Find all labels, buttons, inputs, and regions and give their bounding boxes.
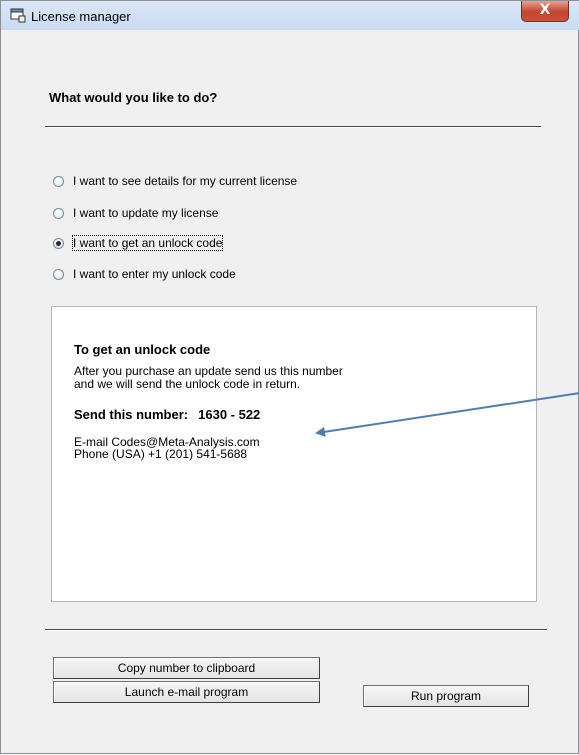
info-body-line: and we will send the unlock code in retu… xyxy=(74,377,301,391)
divider-top xyxy=(45,126,541,128)
option-enter-unlock-code[interactable]: I want to enter my unlock code xyxy=(53,266,236,282)
close-icon: X xyxy=(539,2,551,18)
run-program-button[interactable]: Run program xyxy=(363,685,529,707)
radio-get-unlock-code[interactable] xyxy=(53,237,64,249)
info-panel: To get an unlock code After you purchase… xyxy=(51,306,537,602)
client-area: What would you like to do? I want to see… xyxy=(9,30,572,747)
info-body: After you purchase an update send us thi… xyxy=(74,365,434,391)
send-number-row: Send this number: 1630 - 522 xyxy=(74,407,260,422)
launch-email-button[interactable]: Launch e-mail program xyxy=(53,681,320,703)
radio-details[interactable] xyxy=(53,175,64,187)
option-label[interactable]: I want to see details for my current lic… xyxy=(73,174,297,188)
radio-enter-unlock-code[interactable] xyxy=(53,268,64,280)
option-get-unlock-code[interactable]: I want to get an unlock code xyxy=(53,235,224,251)
option-label[interactable]: I want to get an unlock code xyxy=(71,235,224,251)
title-bar[interactable]: License manager X xyxy=(1,1,579,30)
info-heading: To get an unlock code xyxy=(74,342,211,357)
send-number-label: Send this number: xyxy=(74,407,189,422)
window-title: License manager xyxy=(31,9,131,24)
option-label[interactable]: I want to enter my unlock code xyxy=(73,267,236,281)
main-panel: What would you like to do? I want to see… xyxy=(9,30,572,747)
prompt-heading: What would you like to do? xyxy=(49,90,218,105)
copy-number-button[interactable]: Copy number to clipboard xyxy=(53,657,320,679)
divider-bottom xyxy=(45,629,547,631)
contact-phone: Phone (USA) +1 (201) 541-5688 xyxy=(74,447,248,461)
close-button[interactable]: X xyxy=(521,1,569,22)
unlock-request-number: 1630 - 522 xyxy=(198,407,261,422)
contact-info: E-mail Codes@Meta-Analysis.com Phone (US… xyxy=(74,436,260,460)
license-manager-window: License manager X What would you like to… xyxy=(0,0,579,754)
radio-update[interactable] xyxy=(53,207,64,219)
option-update[interactable]: I want to update my license xyxy=(53,205,218,221)
app-window-icon xyxy=(10,8,26,23)
option-label[interactable]: I want to update my license xyxy=(73,206,218,220)
option-details[interactable]: I want to see details for my current lic… xyxy=(53,173,297,189)
